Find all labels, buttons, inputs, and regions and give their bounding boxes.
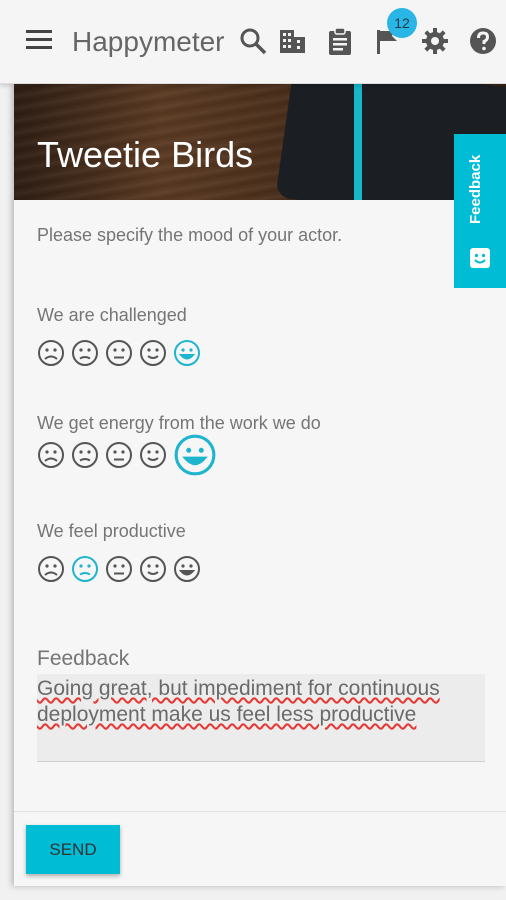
notification-badge: 12 [387, 8, 417, 38]
mood-prompt: Please specify the mood of your actor. [37, 225, 343, 245]
gear-icon[interactable] [420, 26, 450, 56]
feedback-side-tab[interactable]: Feedback [454, 134, 506, 288]
app-bar: Happymeter 12 [0, 0, 506, 84]
team-name: Tweetie Birds [37, 134, 254, 175]
neutral-face-icon[interactable] [105, 555, 133, 583]
divider [14, 811, 506, 812]
neutral-face-icon[interactable] [105, 339, 133, 367]
very-sad-face-icon[interactable] [37, 555, 65, 583]
very-sad-face-icon[interactable] [37, 441, 65, 469]
very-happy-face-icon[interactable] [173, 339, 201, 367]
send-button[interactable]: SEND [26, 825, 120, 874]
very-happy-face-icon[interactable] [173, 433, 217, 477]
happy-face-icon[interactable] [139, 555, 167, 583]
question-productive: We feel productive [37, 521, 186, 541]
building-icon[interactable] [277, 26, 307, 56]
happy-face-icon[interactable] [139, 441, 167, 469]
help-icon[interactable] [468, 26, 498, 56]
feedback-tab-label: Feedback [467, 154, 484, 224]
menu-icon[interactable] [26, 30, 52, 52]
very-happy-face-icon[interactable] [173, 555, 201, 583]
team-header-image: Tweetie Birds [14, 84, 506, 200]
happy-face-icon[interactable] [139, 339, 167, 367]
feedback-text: Going great, but impediment for continuo… [37, 677, 440, 726]
search-icon[interactable] [238, 26, 268, 56]
neutral-face-icon[interactable] [105, 441, 133, 469]
sad-face-icon[interactable] [71, 339, 99, 367]
feedback-label: Feedback [37, 647, 130, 670]
sad-face-icon[interactable] [71, 441, 99, 469]
question-challenged: We are challenged [37, 305, 187, 325]
sad-face-icon[interactable] [71, 555, 99, 583]
smiley-icon [468, 246, 492, 270]
question-energy: We get energy from the work we do [37, 413, 321, 433]
app-title: Happymeter [72, 26, 225, 57]
clipboard-icon[interactable] [325, 26, 355, 56]
mood-form-card: Tweetie Birds Please specify the mood of… [14, 84, 506, 886]
very-sad-face-icon[interactable] [37, 339, 65, 367]
feedback-textarea[interactable]: Going great, but impediment for continuo… [37, 674, 485, 762]
